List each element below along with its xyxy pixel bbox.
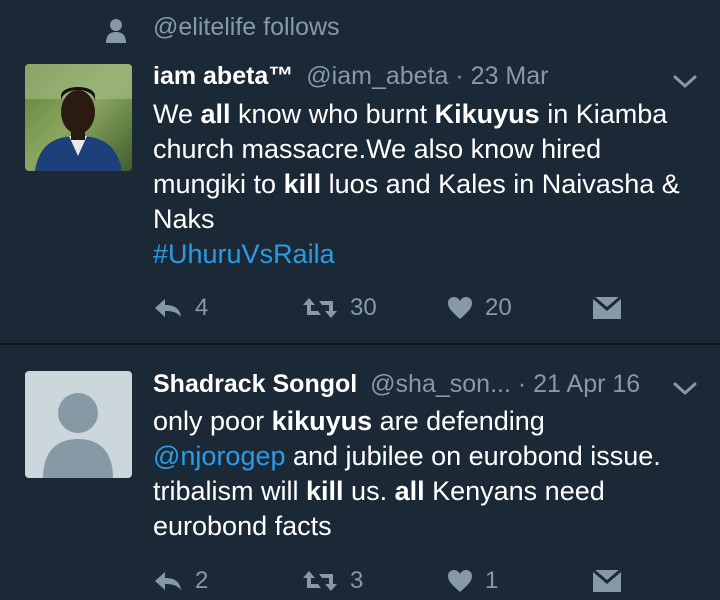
display-name[interactable]: iam abeta™ — [153, 62, 293, 90]
tweet[interactable]: Shadrack Songol @sha_son... · 21 Apr 16 … — [0, 345, 720, 600]
text-bold: kill — [283, 169, 322, 199]
tweet-text: only poor kikuyus are defending @njoroge… — [153, 404, 698, 544]
display-name[interactable]: Shadrack Songol — [153, 370, 357, 398]
like-button[interactable]: 20 — [447, 290, 512, 326]
text-bold: all — [394, 476, 425, 506]
retweet-icon — [303, 298, 337, 318]
avatar-photo — [25, 64, 132, 171]
hashtag-link[interactable]: #UhuruVsRaila — [153, 239, 335, 269]
reply-button[interactable]: 2 — [153, 563, 208, 599]
retweet-count: 3 — [350, 567, 364, 594]
chevron-down-icon[interactable] — [672, 381, 698, 397]
text-span: We — [153, 99, 201, 129]
person-icon — [106, 19, 126, 43]
reply-icon — [155, 299, 181, 317]
retweet-icon — [303, 571, 337, 591]
text-span: only poor — [153, 406, 272, 436]
text-span: us. — [343, 476, 395, 506]
direct-message-button[interactable] — [592, 563, 622, 599]
envelope-icon — [592, 296, 622, 319]
separator: · — [517, 370, 527, 398]
reply-count: 2 — [195, 567, 209, 594]
timestamp[interactable]: 23 Mar — [471, 62, 549, 90]
social-context-label: @elitelife follows — [153, 13, 340, 41]
tweet-actions: 2 3 1 — [0, 563, 720, 599]
tweet-text: We all know who burnt Kikuyus in Kiamba … — [153, 97, 698, 272]
tweet[interactable]: iam abeta™ @iam_abeta · 23 Mar We all kn… — [0, 60, 720, 343]
heart-icon — [448, 297, 472, 319]
separator: · — [455, 62, 464, 90]
like-count: 1 — [485, 567, 499, 594]
heart-icon — [448, 570, 472, 592]
retweet-count: 30 — [350, 294, 377, 321]
text-bold: all — [200, 99, 231, 129]
reply-button[interactable]: 4 — [153, 290, 208, 326]
username[interactable]: @iam_abeta — [306, 62, 448, 90]
text-bold: Kikuyus — [434, 99, 540, 129]
chevron-down-icon[interactable] — [672, 74, 698, 90]
text-span: are defending — [372, 406, 545, 436]
tweet-header: iam abeta™ @iam_abeta · 23 Mar — [153, 60, 548, 92]
avatar[interactable] — [25, 64, 132, 171]
default-avatar-icon — [25, 371, 132, 478]
retweet-button[interactable]: 30 — [302, 290, 377, 326]
tweet-actions: 4 30 20 — [0, 290, 720, 326]
tweet-header: Shadrack Songol @sha_son... · 21 Apr 16 — [153, 368, 640, 400]
text-bold: kill — [306, 476, 344, 506]
reply-count: 4 — [195, 294, 209, 321]
social-context[interactable]: @elitelife follows — [0, 0, 720, 60]
envelope-icon — [592, 569, 622, 592]
like-button[interactable]: 1 — [447, 563, 498, 599]
timestamp[interactable]: 21 Apr 16 — [533, 370, 640, 398]
avatar[interactable] — [25, 371, 132, 478]
retweet-button[interactable]: 3 — [302, 563, 363, 599]
mention-link[interactable]: @njorogep — [153, 441, 286, 471]
text-span: know who burnt — [230, 99, 435, 129]
text-bold: kikuyus — [271, 406, 373, 436]
direct-message-button[interactable] — [592, 290, 622, 326]
username[interactable]: @sha_son... — [370, 370, 511, 398]
reply-icon — [155, 572, 181, 590]
like-count: 20 — [485, 294, 512, 321]
